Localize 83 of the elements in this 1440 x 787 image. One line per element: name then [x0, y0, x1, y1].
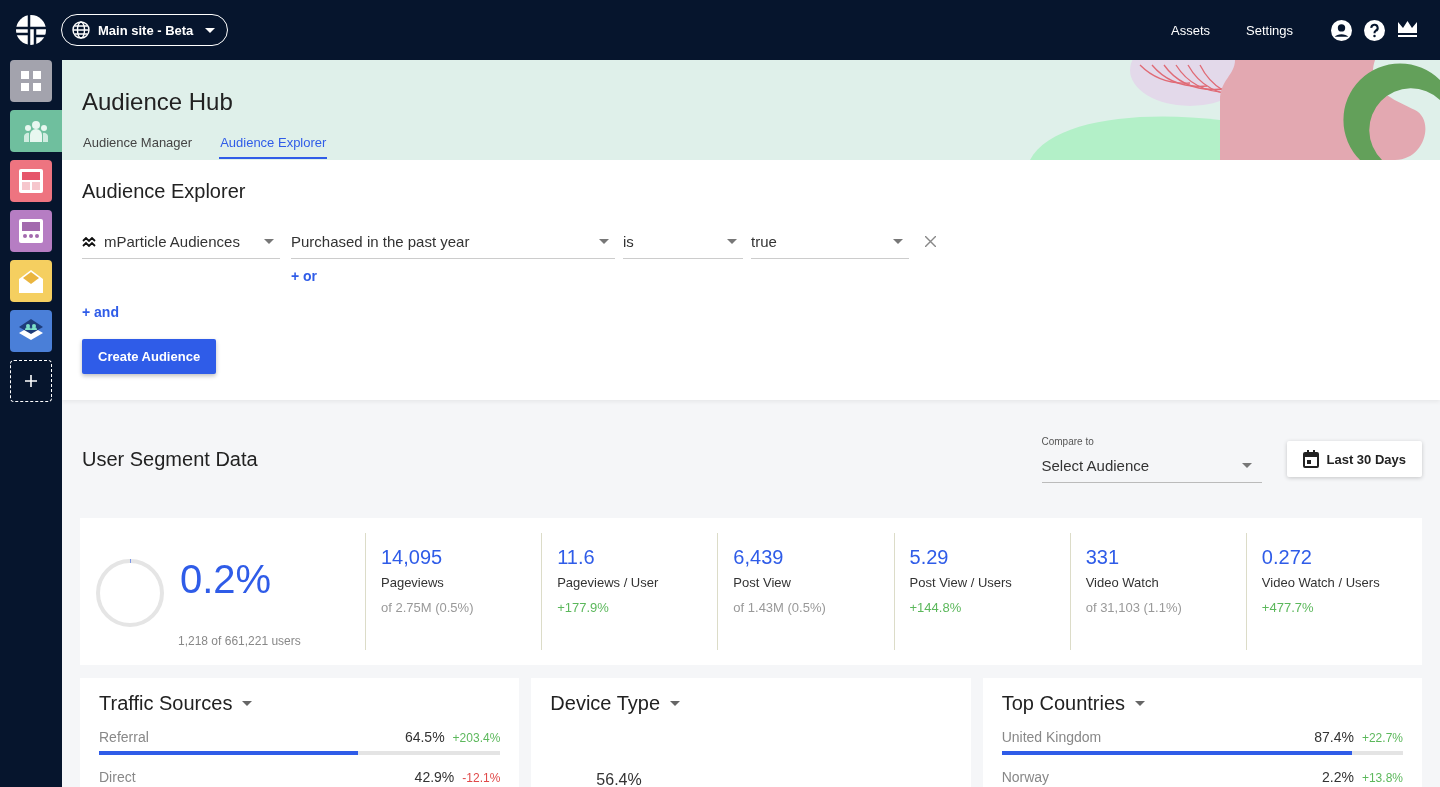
- caret-icon: [670, 701, 680, 706]
- grid-icon: [20, 70, 42, 92]
- panel-icon: [19, 219, 43, 243]
- metric-value: 331: [1085, 546, 1120, 569]
- close-icon[interactable]: [925, 236, 936, 247]
- caret-icon: [242, 701, 253, 706]
- calendar-icon: [1302, 450, 1319, 468]
- logo-icon[interactable]: [16, 15, 46, 45]
- date-range-button[interactable]: Last 30 Days: [1286, 441, 1422, 477]
- row-change: +203.4%: [452, 731, 501, 745]
- field-label: Compare to: [1041, 436, 1094, 447]
- row-value: 56.4%: [596, 771, 642, 787]
- sidebar-app-tile[interactable]: [10, 110, 62, 152]
- row-label: Referral: [99, 729, 150, 745]
- metric-label: Video Watch / Users: [1261, 575, 1380, 590]
- metric-value: 5.29: [909, 546, 949, 569]
- add-icon: [25, 375, 37, 387]
- row-change: +13.8%: [1361, 771, 1403, 785]
- caret-icon: [264, 239, 274, 244]
- metric-value: 0.272: [1261, 546, 1312, 569]
- users-count: 1,218 of 661,221 users: [178, 634, 301, 648]
- caret-icon: [599, 239, 609, 244]
- row-value: 42.9%: [414, 769, 455, 785]
- operator-dropdown[interactable]: is: [623, 229, 743, 259]
- metric-label: Pageviews / User: [557, 575, 659, 590]
- section-title: User Segment Data: [82, 447, 258, 471]
- metric-label: Video Watch: [1085, 575, 1159, 590]
- add-and-link[interactable]: + and: [82, 304, 119, 320]
- donut-chart: [94, 557, 166, 629]
- card-title: Device Type: [550, 692, 660, 715]
- card-title: Traffic Sources: [99, 692, 233, 715]
- nav-link[interactable]: Settings: [1246, 22, 1293, 38]
- account-icon[interactable]: [1331, 19, 1352, 41]
- metric-value: 6,439: [733, 546, 784, 569]
- sidebar-app-tile[interactable]: [10, 360, 52, 402]
- section-title: Audience Explorer: [82, 180, 247, 203]
- sidebar-app-tile[interactable]: [10, 60, 52, 102]
- sidebar-app-tile[interactable]: [10, 260, 52, 302]
- crown-icon[interactable]: [1397, 19, 1418, 38]
- people-icon: [23, 120, 49, 142]
- metric-detail: of 31,103 (1.1%): [1085, 600, 1182, 615]
- layout-icon: [19, 169, 43, 193]
- metric-detail: +177.9%: [557, 600, 609, 615]
- attribute-dropdown[interactable]: Purchased in the past year: [291, 229, 615, 259]
- add-or-link[interactable]: + or: [291, 268, 318, 284]
- row-label: United Kingdom: [1001, 729, 1103, 745]
- tab[interactable]: Audience Manager: [82, 130, 194, 159]
- metric-detail: +144.8%: [909, 600, 962, 615]
- caret-icon: [893, 239, 903, 244]
- metric-value: 11.6: [557, 546, 595, 569]
- caret-icon: [727, 239, 737, 244]
- metric-value: 14,095: [381, 546, 443, 569]
- caret-icon: [1135, 701, 1146, 706]
- sidebar-app-tile[interactable]: [10, 310, 52, 352]
- caret-icon: [1241, 463, 1252, 468]
- metric-label: Post View / Users: [909, 575, 1012, 590]
- create-audience-button[interactable]: Create Audience: [82, 339, 217, 374]
- metric-detail: of 2.75M (0.5%): [381, 600, 474, 615]
- row-change: -12.1%: [462, 771, 501, 785]
- card-title: Top Countries: [1001, 692, 1126, 715]
- row-label: Direct: [99, 769, 137, 785]
- nav-link[interactable]: Assets: [1171, 22, 1210, 38]
- metric-label: Pageviews: [381, 575, 444, 590]
- row-value: 2.2%: [1322, 769, 1354, 785]
- help-icon[interactable]: [1364, 19, 1385, 41]
- row-change: +22.7%: [1361, 731, 1403, 745]
- row-value: 87.4%: [1314, 729, 1354, 745]
- source-icon: [82, 236, 96, 247]
- row-value: 64.5%: [404, 729, 445, 745]
- metric-detail: of 1.43M (0.5%): [733, 600, 826, 615]
- metric-detail: +477.7%: [1261, 600, 1314, 615]
- sidebar-app-tile[interactable]: [10, 210, 52, 252]
- envelope-icon: [18, 269, 44, 293]
- page-title: Audience Hub: [82, 87, 233, 116]
- metric-label: Post View: [733, 575, 791, 590]
- globe-icon: [72, 21, 90, 39]
- source-dropdown[interactable]: mParticle Audiences: [82, 229, 280, 259]
- value-dropdown[interactable]: true: [751, 229, 909, 259]
- caret-icon: [205, 27, 216, 33]
- sidebar-app-tile[interactable]: [10, 160, 52, 202]
- row-label: Norway: [1001, 769, 1051, 785]
- summary-percent: 0.2%: [180, 556, 272, 603]
- compare-dropdown[interactable]: Select Audience: [1041, 453, 1262, 483]
